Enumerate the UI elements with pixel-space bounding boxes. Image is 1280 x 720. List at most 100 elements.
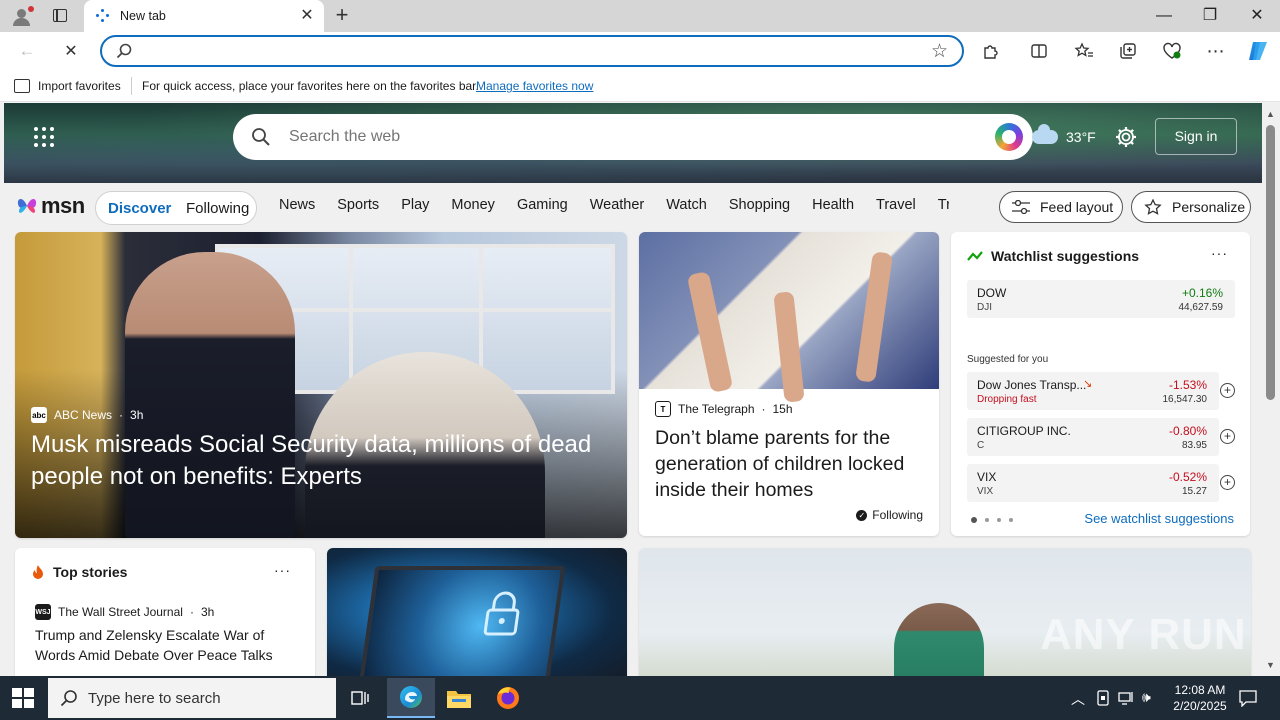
network-icon[interactable] (1118, 690, 1136, 706)
category-gaming[interactable]: Gaming (517, 197, 568, 213)
sign-in-button[interactable]: Sign in (1155, 118, 1237, 155)
task-view-button[interactable] (336, 678, 384, 718)
import-favorites-button[interactable]: Import favorites (38, 79, 121, 93)
top-story-headline[interactable]: Trump and Zelensky Escalate War of Words… (35, 625, 295, 665)
source-name: The Wall Street Journal (58, 605, 183, 619)
feed-layout-label: Feed layout (1040, 199, 1114, 215)
flame-icon (33, 565, 43, 579)
windows-start-icon[interactable] (12, 688, 34, 708)
category-travel[interactable]: Travel (876, 197, 916, 213)
notifications-icon[interactable] (1238, 689, 1258, 707)
watchlist-header: Watchlist suggestions (967, 248, 1139, 264)
tab-actions-button[interactable] (48, 6, 72, 26)
clock-date: 2/20/2025 (1173, 699, 1227, 713)
scroll-up-icon[interactable]: ▲ (1266, 109, 1275, 119)
category-shopping[interactable]: Shopping (729, 197, 790, 213)
collections-icon (1120, 43, 1136, 59)
stop-loading-button[interactable]: ✕ (56, 36, 86, 66)
browser-essentials-button[interactable] (1157, 36, 1187, 66)
telegraph-logo-icon: T (655, 401, 671, 417)
restore-button[interactable]: ❐ (1187, 0, 1233, 32)
page-scrollbar[interactable]: ▲ ▼ (1262, 103, 1280, 676)
notification-dot (28, 6, 34, 12)
msn-logo[interactable]: msn (16, 193, 85, 219)
following-badge[interactable]: ✓ Following (856, 508, 923, 522)
windows-taskbar: Type here to search ︿ 🕪 12:08 AM 2/20/20… (0, 676, 1280, 720)
add-to-watchlist-icon[interactable]: + (1220, 475, 1235, 490)
device-icon[interactable] (1096, 690, 1110, 706)
watchlist-more-icon[interactable]: ··· (1211, 245, 1228, 261)
search-icon (60, 690, 77, 707)
taskbar-edge-button[interactable] (387, 678, 435, 718)
favorite-star-icon[interactable]: ☆ (931, 40, 948, 63)
close-tab-icon[interactable]: ✕ (298, 7, 316, 25)
address-bar[interactable]: ☆ (100, 35, 964, 67)
taskbar-search-box[interactable]: Type here to search (48, 678, 336, 718)
web-search-input[interactable] (289, 127, 969, 147)
category-sports[interactable]: Sports (337, 197, 379, 213)
volume-icon[interactable]: 🕪 (1142, 689, 1151, 706)
category-news[interactable]: News (279, 197, 315, 213)
web-search-box[interactable] (233, 114, 1033, 160)
stock-row-dow[interactable]: DOW DJI +0.16% 44,627.59 (967, 280, 1235, 318)
telegraph-story-card[interactable]: T The Telegraph · 15h Don’t blame parent… (639, 232, 939, 536)
minimize-button[interactable]: — (1141, 0, 1187, 32)
wsj-logo-icon: WSJ (35, 604, 51, 620)
settings-more-button[interactable]: ⋯ (1201, 36, 1231, 66)
tab-new-tab[interactable]: New tab ✕ (84, 0, 324, 32)
stock-row[interactable]: CITIGROUP INC. C -0.80% 83.95 + (967, 418, 1235, 456)
puzzle-icon (984, 45, 998, 59)
weather-widget[interactable]: 33°F (1032, 124, 1096, 145)
back-button[interactable]: ← (12, 36, 42, 66)
taskbar-firefox-button[interactable] (484, 678, 532, 718)
story-photo-raised-hands (639, 232, 939, 403)
add-to-watchlist-icon[interactable]: + (1220, 429, 1235, 444)
manage-favorites-link[interactable]: Manage favorites now (476, 79, 593, 93)
add-to-watchlist-icon[interactable]: + (1220, 383, 1235, 398)
weather-temperature: 33°F (1066, 129, 1096, 145)
profile-button[interactable] (8, 4, 34, 28)
scrollbar-thumb[interactable] (1266, 125, 1275, 400)
msn-logo-text: msn (41, 193, 85, 218)
show-hidden-icons-chevron-icon[interactable]: ︿ (1071, 689, 1085, 709)
favorites-button[interactable] (1069, 36, 1099, 66)
apps-launcher-icon[interactable] (34, 127, 56, 149)
hero-story-card[interactable]: abc ABC News · 3h Musk misreads Social S… (15, 232, 627, 538)
taskbar-clock[interactable]: 12:08 AM 2/20/2025 (1160, 682, 1240, 714)
stock-row[interactable]: VIX VIX -0.52% 15.27 + (967, 464, 1235, 502)
new-tab-favicon-icon (96, 9, 110, 23)
tab-discover[interactable]: Discover (108, 200, 171, 217)
category-watch[interactable]: Watch (666, 197, 707, 213)
carousel-dots[interactable] (971, 517, 1013, 523)
taskbar-file-explorer-button[interactable] (435, 678, 483, 718)
tab-following[interactable]: Following (186, 200, 249, 217)
category-money[interactable]: Money (451, 197, 495, 213)
extensions-button[interactable] (976, 36, 1006, 66)
category-truncated[interactable]: Tra (938, 197, 949, 213)
category-health[interactable]: Health (812, 197, 854, 213)
top-stories-more-icon[interactable]: ··· (274, 562, 291, 578)
split-screen-button[interactable] (1024, 36, 1054, 66)
edge-browser-icon (400, 686, 422, 708)
scroll-down-icon[interactable]: ▼ (1266, 660, 1275, 670)
stock-row[interactable]: Dow Jones Transp... ↘ Dropping fast -1.5… (967, 372, 1235, 410)
category-play[interactable]: Play (401, 197, 429, 213)
new-tab-button[interactable]: + (331, 4, 353, 27)
feed-tabs: Discover Following (95, 191, 257, 225)
collections-button[interactable] (1113, 36, 1143, 66)
feed-layout-button[interactable]: Feed layout (999, 191, 1123, 223)
hero-story-headline[interactable]: Musk misreads Social Security data, mill… (31, 429, 616, 493)
copilot-button[interactable] (1243, 36, 1273, 66)
story-age: 3h (130, 408, 144, 422)
gear-icon[interactable] (1114, 125, 1138, 149)
see-watchlist-suggestions-link[interactable]: See watchlist suggestions (1084, 511, 1234, 526)
copilot-search-icon[interactable] (995, 123, 1023, 151)
telegraph-story-headline[interactable]: Don’t blame parents for the generation o… (655, 425, 925, 503)
personalize-button[interactable]: Personalize (1131, 191, 1251, 223)
cyber-security-story-card[interactable] (327, 548, 627, 676)
story-age: 3h (200, 605, 215, 619)
close-window-button[interactable]: ✕ (1234, 0, 1280, 32)
address-input[interactable] (142, 41, 922, 61)
category-bar: News Sports Play Money Gaming Weather Watch Sho… (279, 197, 949, 219)
category-weather[interactable]: Weather (590, 197, 645, 213)
